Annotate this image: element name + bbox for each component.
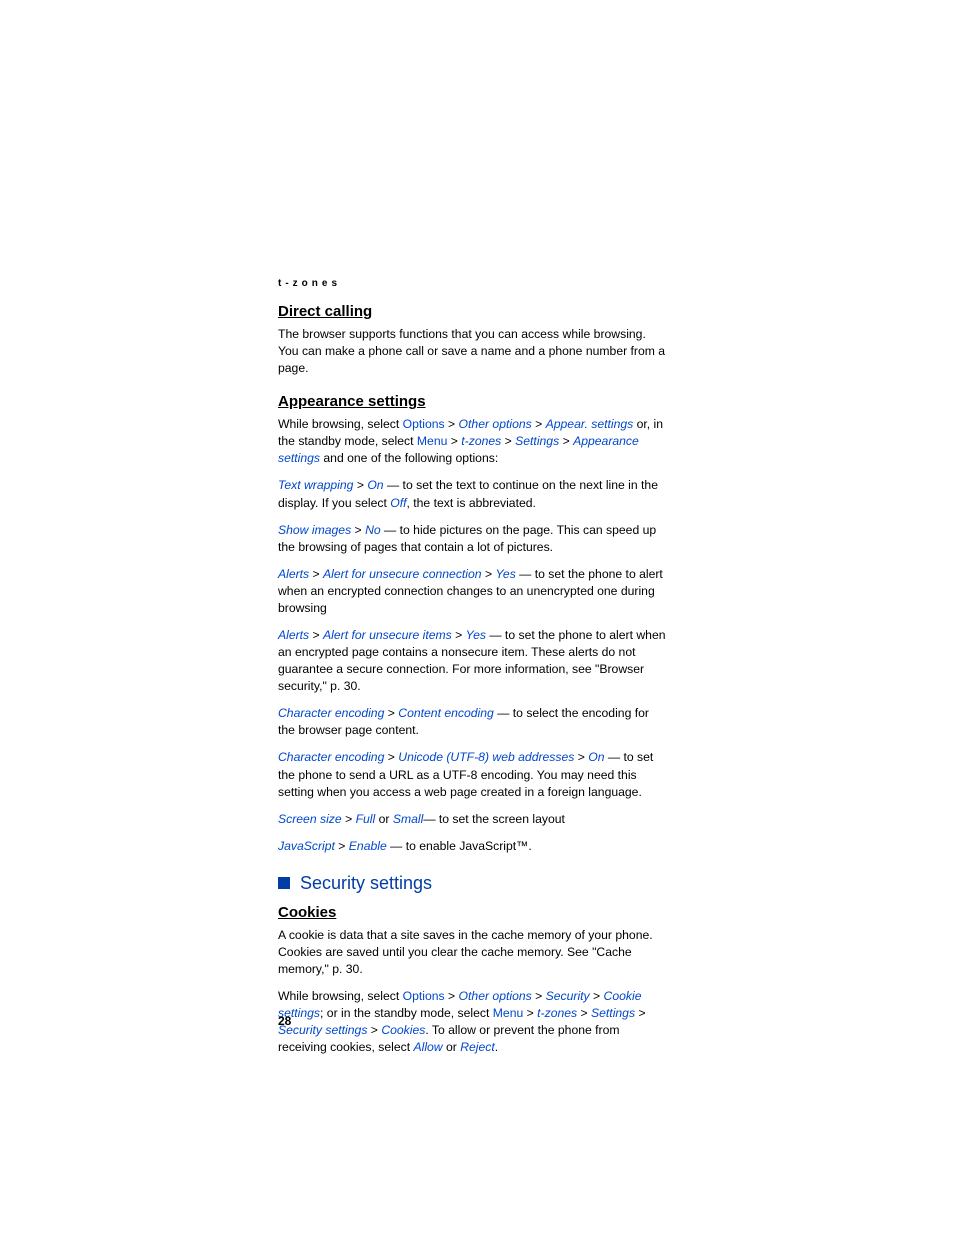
text: or: [443, 1040, 461, 1054]
section-cookies: Cookies A cookie is data that a site sav…: [278, 904, 669, 1057]
link-enable[interactable]: Enable: [349, 839, 387, 853]
link-tzones[interactable]: t-zones: [461, 434, 501, 448]
link-alerts[interactable]: Alerts: [278, 567, 309, 581]
link-yes[interactable]: Yes: [495, 567, 515, 581]
text: >: [635, 1006, 646, 1020]
option-char-encoding-content: Character encoding > Content encoding — …: [278, 705, 669, 739]
link-no[interactable]: No: [365, 523, 381, 537]
link-options[interactable]: Options: [403, 989, 445, 1003]
link-content-encoding[interactable]: Content encoding: [398, 706, 494, 720]
text: >: [445, 417, 459, 431]
link-tzones[interactable]: t-zones: [537, 1006, 577, 1020]
heading-security-settings: Security settings: [300, 873, 432, 894]
link-character-encoding[interactable]: Character encoding: [278, 706, 384, 720]
link-full[interactable]: Full: [356, 812, 376, 826]
link-cookies[interactable]: Cookies: [381, 1023, 425, 1037]
text: >: [532, 989, 546, 1003]
text: >: [574, 750, 588, 764]
text: >: [445, 989, 459, 1003]
link-unicode-web-addresses[interactable]: Unicode (UTF-8) web addresses: [398, 750, 574, 764]
text: >: [384, 706, 398, 720]
text: >: [353, 478, 367, 492]
link-alert-unsecure-items[interactable]: Alert for unsecure items: [323, 628, 452, 642]
text: >: [447, 434, 461, 448]
link-alert-unsecure-connection[interactable]: Alert for unsecure connection: [323, 567, 482, 581]
text: >: [452, 628, 466, 642]
section-appearance: Appearance settings While browsing, sele…: [278, 393, 669, 855]
text: >: [309, 628, 323, 642]
text: >: [309, 567, 323, 581]
link-menu[interactable]: Menu: [493, 1006, 524, 1020]
page-header: t-zones: [278, 278, 669, 289]
text: >: [351, 523, 365, 537]
link-reject[interactable]: Reject: [460, 1040, 495, 1054]
text: — to set the screen layout: [423, 812, 565, 826]
text: , the text is abbreviated.: [407, 496, 536, 510]
link-on[interactable]: On: [367, 478, 383, 492]
option-show-images: Show images > No — to hide pictures on t…: [278, 522, 669, 556]
text: .: [495, 1040, 498, 1054]
cookies-path: While browsing, select Options > Other o…: [278, 988, 669, 1056]
text: While browsing, select: [278, 417, 403, 431]
option-alerts-connection: Alerts > Alert for unsecure connection >…: [278, 566, 669, 617]
option-javascript: JavaScript > Enable — to enable JavaScri…: [278, 838, 669, 855]
heading-appearance: Appearance settings: [278, 393, 669, 410]
option-screen-size: Screen size > Full or Small— to set the …: [278, 811, 669, 828]
text: or: [375, 812, 393, 826]
link-menu[interactable]: Menu: [417, 434, 448, 448]
page-number: 28: [278, 1014, 291, 1028]
heading-cookies: Cookies: [278, 904, 669, 921]
link-other-options[interactable]: Other options: [459, 989, 532, 1003]
link-on[interactable]: On: [588, 750, 604, 764]
link-other-options[interactable]: Other options: [459, 417, 532, 431]
link-options[interactable]: Options: [403, 417, 445, 431]
text: >: [384, 750, 398, 764]
link-small[interactable]: Small: [393, 812, 423, 826]
text: >: [523, 1006, 537, 1020]
text: >: [532, 417, 546, 431]
text: and one of the following options:: [320, 451, 498, 465]
link-security-settings[interactable]: Security settings: [278, 1023, 367, 1037]
square-bullet-icon: [278, 877, 290, 889]
link-settings[interactable]: Settings: [591, 1006, 635, 1020]
link-off[interactable]: Off: [390, 496, 406, 510]
link-javascript[interactable]: JavaScript: [278, 839, 335, 853]
text: >: [367, 1023, 381, 1037]
link-security[interactable]: Security: [546, 989, 590, 1003]
option-alerts-items: Alerts > Alert for unsecure items > Yes …: [278, 627, 669, 695]
text: While browsing, select: [278, 989, 403, 1003]
link-yes[interactable]: Yes: [466, 628, 486, 642]
link-allow[interactable]: Allow: [413, 1040, 442, 1054]
section-header-security: Security settings: [278, 873, 669, 894]
text: ; or in the standby mode, select: [320, 1006, 493, 1020]
link-settings[interactable]: Settings: [515, 434, 559, 448]
section-direct-calling: Direct calling The browser supports func…: [278, 303, 669, 377]
text: >: [342, 812, 356, 826]
manual-page: t-zones Direct calling The browser suppo…: [0, 0, 954, 1235]
option-char-encoding-utf8: Character encoding > Unicode (UTF-8) web…: [278, 749, 669, 800]
text: >: [559, 434, 573, 448]
text: — to enable JavaScript™.: [387, 839, 532, 853]
link-alerts[interactable]: Alerts: [278, 628, 309, 642]
link-text-wrapping[interactable]: Text wrapping: [278, 478, 353, 492]
direct-calling-body: The browser supports functions that you …: [278, 326, 669, 377]
appearance-intro: While browsing, select Options > Other o…: [278, 416, 669, 467]
text: >: [590, 989, 604, 1003]
link-screen-size[interactable]: Screen size: [278, 812, 342, 826]
cookies-intro: A cookie is data that a site saves in th…: [278, 927, 669, 978]
link-character-encoding[interactable]: Character encoding: [278, 750, 384, 764]
text: >: [335, 839, 349, 853]
text: >: [482, 567, 496, 581]
heading-direct-calling: Direct calling: [278, 303, 669, 320]
text: >: [577, 1006, 591, 1020]
link-appear-settings[interactable]: Appear. settings: [546, 417, 634, 431]
option-text-wrapping: Text wrapping > On — to set the text to …: [278, 477, 669, 511]
text: >: [501, 434, 515, 448]
link-show-images[interactable]: Show images: [278, 523, 351, 537]
